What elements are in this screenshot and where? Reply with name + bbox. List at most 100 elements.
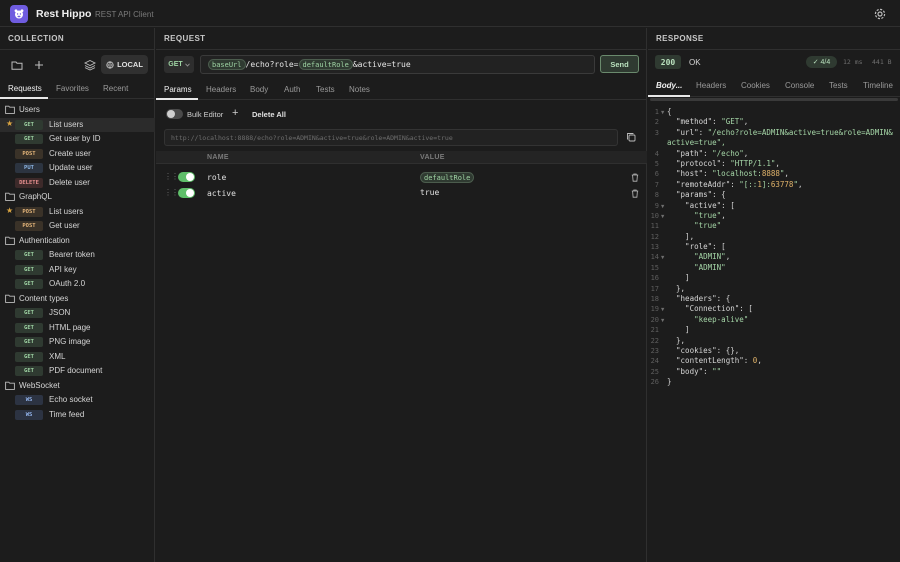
trash-icon[interactable]: [631, 189, 639, 198]
send-button[interactable]: Send: [600, 55, 639, 73]
method-badge: PUT: [15, 163, 43, 173]
environment-button[interactable]: LOCAL: [101, 55, 148, 74]
tree-request-item[interactable]: POST Get user: [0, 219, 155, 233]
request-label: Delete user: [49, 177, 90, 187]
tab-favorites[interactable]: Favorites: [56, 84, 89, 93]
request-label: PDF document: [49, 366, 103, 375]
method-select[interactable]: GET: [164, 56, 194, 73]
folder-icon: [5, 236, 15, 245]
folder-users[interactable]: Users: [0, 103, 155, 117]
star-icon[interactable]: ★: [6, 119, 13, 128]
copy-icon[interactable]: [626, 132, 636, 142]
folder-content-types[interactable]: Content types: [0, 292, 155, 306]
response-size: 441 B: [872, 58, 892, 66]
param-enabled-toggle[interactable]: [178, 172, 195, 182]
bulk-editor-toggle[interactable]: [166, 109, 183, 119]
method-badge: POST: [15, 148, 43, 159]
code-text: active=true",: [667, 138, 726, 148]
line-number: 4: [654, 149, 659, 158]
method-badge: POST: [15, 206, 43, 217]
chevron-down-icon: [184, 63, 190, 67]
code-text: "keep-alive": [694, 314, 749, 324]
tree-request-item[interactable]: DELETE Delete user: [0, 176, 155, 190]
tree-request-item[interactable]: GET Get user by ID: [0, 132, 155, 146]
method-badge: GET: [15, 308, 43, 318]
folder-authentication[interactable]: Authentication: [0, 234, 155, 248]
folder-icon: [5, 105, 15, 114]
tree-request-item[interactable]: GET HTML page: [0, 321, 155, 335]
code-text: "protocol": "HTTP/1.1",: [667, 158, 780, 168]
tree-request-item[interactable]: GET OAuth 2.0: [0, 277, 155, 291]
app-logo-icon: [10, 5, 28, 23]
column-header-name: NAME: [207, 154, 229, 161]
code-line: 9 ▼ "active": [: [648, 201, 900, 211]
line-number: 21: [650, 326, 659, 335]
line-number: 24: [650, 357, 659, 366]
tree-request-item[interactable]: GET XML: [0, 350, 155, 364]
tree-request-item[interactable]: WS Time feed: [0, 408, 155, 422]
tree-request-item[interactable]: GET PNG image: [0, 335, 155, 349]
method-badge: WS: [15, 409, 43, 420]
tab-response-body[interactable]: Body...: [656, 81, 682, 90]
request-label: API key: [49, 264, 77, 274]
delete-all-button[interactable]: Delete All: [252, 110, 286, 119]
response-heading: RESPONSE: [656, 34, 704, 43]
horizontal-scrollbar[interactable]: [650, 98, 898, 101]
drag-handle-icon[interactable]: ⋮⋮: [164, 188, 179, 197]
param-enabled-toggle[interactable]: [178, 188, 195, 198]
tab-response-cookies[interactable]: Cookies: [741, 81, 770, 90]
tree-request-item[interactable]: PUT Update user: [0, 161, 155, 175]
param-name[interactable]: active: [207, 189, 236, 198]
tree-request-item[interactable]: GET API key: [0, 263, 155, 277]
request-label: JSON: [49, 308, 71, 317]
code-line: 16 ]: [648, 273, 900, 283]
code-text: "remoteAddr": "[::1]:63778",: [667, 179, 803, 189]
star-icon[interactable]: ★: [6, 206, 13, 215]
param-name[interactable]: role: [207, 173, 226, 182]
folder-graphql[interactable]: GraphQL: [0, 190, 155, 204]
tree-request-item[interactable]: GET JSON: [0, 306, 155, 320]
bulk-editor-label: Bulk Editor: [187, 110, 224, 119]
tree-request-item[interactable]: POST Create user: [0, 147, 155, 161]
drag-handle-icon[interactable]: ⋮⋮: [164, 172, 179, 181]
trash-icon[interactable]: [631, 173, 639, 182]
code-line: 25 "body": "": [648, 367, 900, 377]
line-number: 17: [650, 284, 659, 293]
collection-panel: COLLECTION LOCAL Requests Favorites Rece…: [0, 28, 155, 562]
tab-headers[interactable]: Headers: [206, 85, 236, 94]
tab-response-tests[interactable]: Tests: [829, 81, 848, 90]
url-input[interactable]: baseUrl /echo?role= defaultRole &active=…: [200, 55, 595, 74]
add-icon[interactable]: [33, 59, 45, 71]
tab-response-console[interactable]: Console: [785, 81, 814, 90]
tab-notes[interactable]: Notes: [349, 85, 370, 94]
tree-request-item[interactable]: WS Echo socket: [0, 393, 155, 407]
url-variable-base[interactable]: baseUrl: [208, 59, 246, 70]
tab-response-headers[interactable]: Headers: [696, 81, 726, 90]
code-line: 20 ▼ "keep-alive": [648, 315, 900, 325]
tree-request-item[interactable]: GET PDF document: [0, 364, 155, 378]
folder-icon[interactable]: [11, 59, 23, 71]
method-badge: WS: [15, 395, 43, 405]
code-line: 8 "params": {: [648, 190, 900, 200]
layers-icon[interactable]: [84, 59, 96, 71]
tree-request-item[interactable]: GET Bearer token: [0, 248, 155, 262]
folder-websocket[interactable]: WebSocket: [0, 379, 155, 393]
add-param-button[interactable]: +: [232, 107, 238, 119]
param-value[interactable]: true: [420, 188, 439, 197]
tree-request-item[interactable]: ★ GET List users: [0, 117, 155, 132]
tab-response-timeline[interactable]: Timeline: [863, 81, 893, 90]
tree-request-item[interactable]: ★ POST List users: [0, 205, 155, 219]
code-line: 11 "true": [648, 221, 900, 231]
tab-recent[interactable]: Recent: [103, 84, 128, 93]
folder-icon: [5, 192, 15, 201]
tab-auth[interactable]: Auth: [284, 85, 300, 94]
url-variable-role[interactable]: defaultRole: [298, 59, 353, 70]
tab-requests[interactable]: Requests: [8, 84, 42, 93]
environment-label: LOCAL: [117, 60, 143, 69]
settings-gear-icon[interactable]: [873, 7, 887, 21]
tab-body[interactable]: Body: [250, 85, 268, 94]
param-value-variable[interactable]: defaultRole: [420, 172, 475, 183]
tab-params[interactable]: Params: [164, 85, 192, 94]
param-row: ⋮⋮ role defaultRole: [156, 169, 647, 185]
tab-tests[interactable]: Tests: [316, 85, 335, 94]
